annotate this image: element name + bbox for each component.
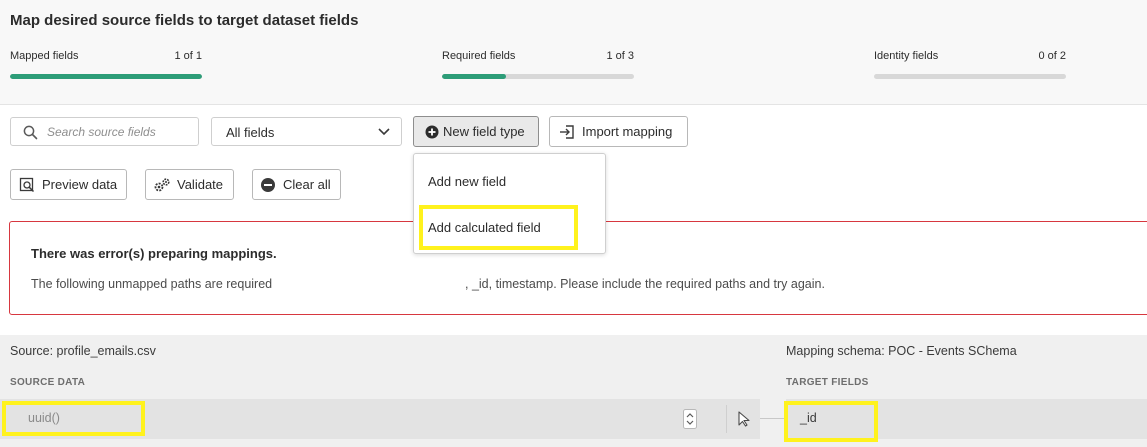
source-label: Source: profile_emails.csv (10, 344, 156, 358)
stepper-icon[interactable] (683, 409, 697, 429)
source-highlight-box (2, 401, 145, 436)
field-filter-value: All fields (226, 125, 275, 140)
validate-button[interactable]: Validate (145, 169, 234, 200)
highlight-box (419, 205, 578, 250)
new-field-type-menu: Add new field Add calculated field (413, 153, 606, 254)
gears-icon (154, 177, 170, 191)
schema-label: Mapping schema: POC - Events SChema (786, 344, 1017, 358)
identity-fields-progress (874, 74, 1066, 79)
search-icon (23, 125, 38, 140)
error-title: There was error(s) preparing mappings. (31, 246, 277, 261)
import-mapping-label: Import mapping (582, 124, 673, 139)
import-mapping-button[interactable]: Import mapping (549, 116, 688, 147)
error-text-start: The following unmapped paths are require… (31, 277, 273, 291)
add-circle-icon (425, 125, 439, 138)
required-fields-progress-fill (442, 74, 506, 79)
mapped-fields-progress (10, 74, 202, 79)
search-input[interactable] (45, 124, 199, 140)
add-new-field-item[interactable]: Add new field (428, 174, 506, 189)
mapped-fields-count: 1 of 1 (174, 50, 202, 62)
identity-fields-label: Identity fields (874, 50, 939, 62)
required-fields-progress (442, 74, 634, 79)
chevron-down-icon (378, 128, 390, 136)
clear-all-button[interactable]: Clear all (252, 169, 341, 200)
error-text-end: , _id, timestamp. Please include the req… (465, 277, 825, 291)
new-field-type-button[interactable]: New field type (413, 116, 539, 147)
mapped-fields-label: Mapped fields (10, 50, 79, 62)
validate-label: Validate (177, 177, 224, 192)
target-highlight-box (784, 401, 878, 442)
preview-data-label: Preview data (42, 177, 118, 192)
mapping-connector (760, 418, 786, 419)
page-title: Map desired source fields to target data… (10, 12, 359, 29)
preview-icon (19, 177, 35, 192)
field-filter-select[interactable]: All fields (211, 117, 402, 146)
required-fields-label: Required fields (442, 50, 516, 62)
remove-circle-icon (261, 177, 275, 192)
preview-data-button[interactable]: Preview data (10, 169, 127, 200)
pointer-icon[interactable] (737, 411, 751, 427)
search-source-fields[interactable] (10, 117, 199, 146)
mapped-fields-progress-fill (10, 74, 202, 79)
new-field-type-label: New field type (443, 124, 525, 139)
row-divider (726, 405, 727, 433)
target-fields-header: TARGET FIELDS (786, 377, 869, 388)
import-icon (560, 124, 574, 139)
source-data-header: SOURCE DATA (10, 377, 86, 388)
required-fields-count: 1 of 3 (606, 50, 634, 62)
identity-fields-count: 0 of 2 (1038, 50, 1066, 62)
clear-all-label: Clear all (283, 177, 331, 192)
